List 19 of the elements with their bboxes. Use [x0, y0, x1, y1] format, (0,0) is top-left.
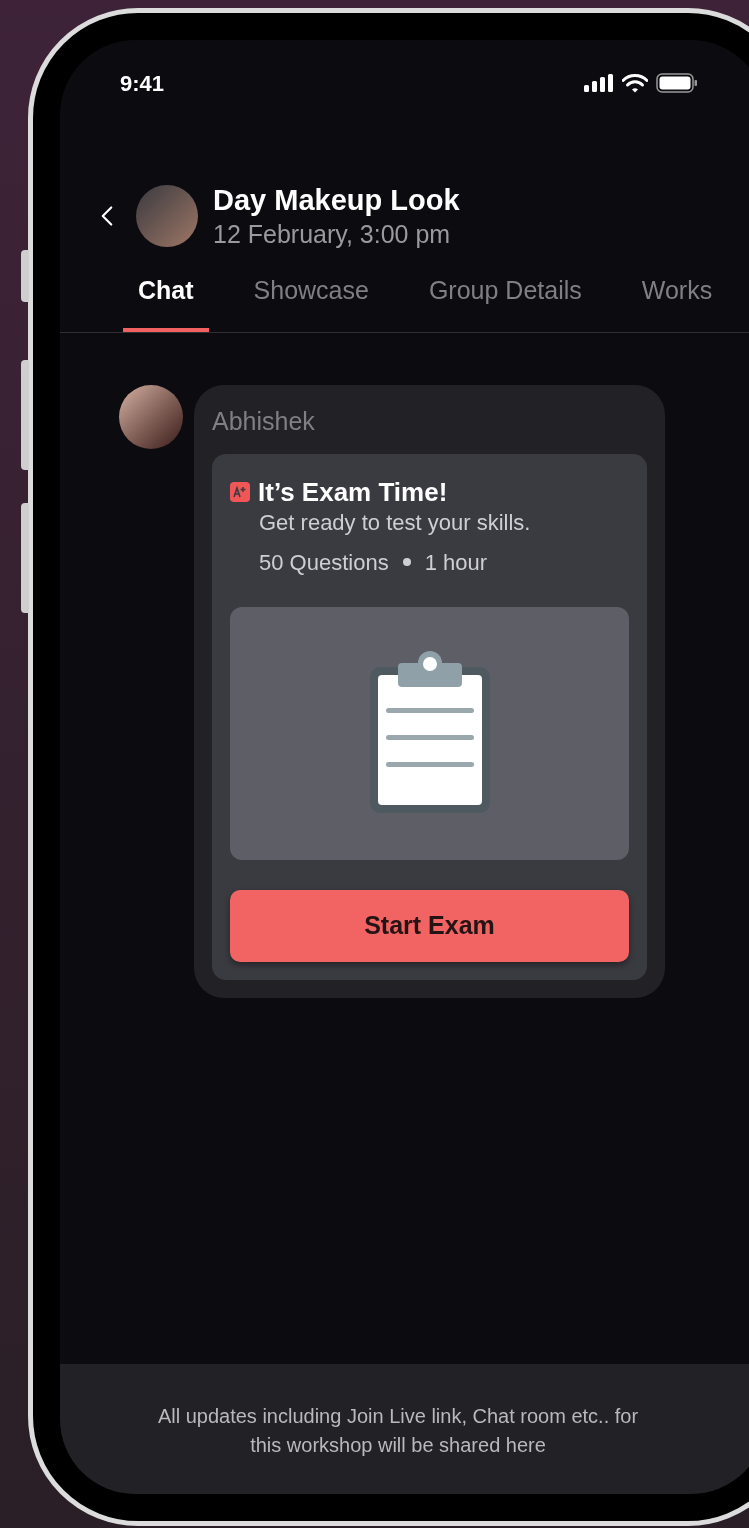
header-title: Day Makeup Look — [213, 183, 460, 218]
tab[interactable]: Group Details — [413, 272, 597, 332]
status-time: 9:41 — [120, 69, 165, 98]
tab[interactable]: Chat — [123, 272, 209, 332]
start-exam-button[interactable]: Start Exam — [230, 889, 629, 962]
header-subtitle: 12 February, 3:00 pm — [213, 219, 452, 250]
sender-name: Abhishek — [212, 405, 316, 437]
exam-duration: 1 hour — [424, 548, 488, 577]
grade-icon — [230, 481, 250, 502]
wifi-icon — [622, 73, 648, 93]
signal-icon — [584, 74, 614, 92]
tab[interactable]: Works — [626, 272, 728, 332]
tab[interactable]: Showcase — [238, 272, 384, 332]
battery-icon — [656, 73, 698, 93]
clipboard-icon — [367, 651, 492, 815]
card-title: It’s Exam Time! — [258, 475, 448, 508]
card-subtitle: Get ready to test your skills. — [259, 508, 532, 537]
question-count: 50 Questions — [259, 548, 389, 577]
footer-note: All updates including Join Live link, Chat room etc.. for this workshop will be shared here — [156, 1404, 640, 1458]
